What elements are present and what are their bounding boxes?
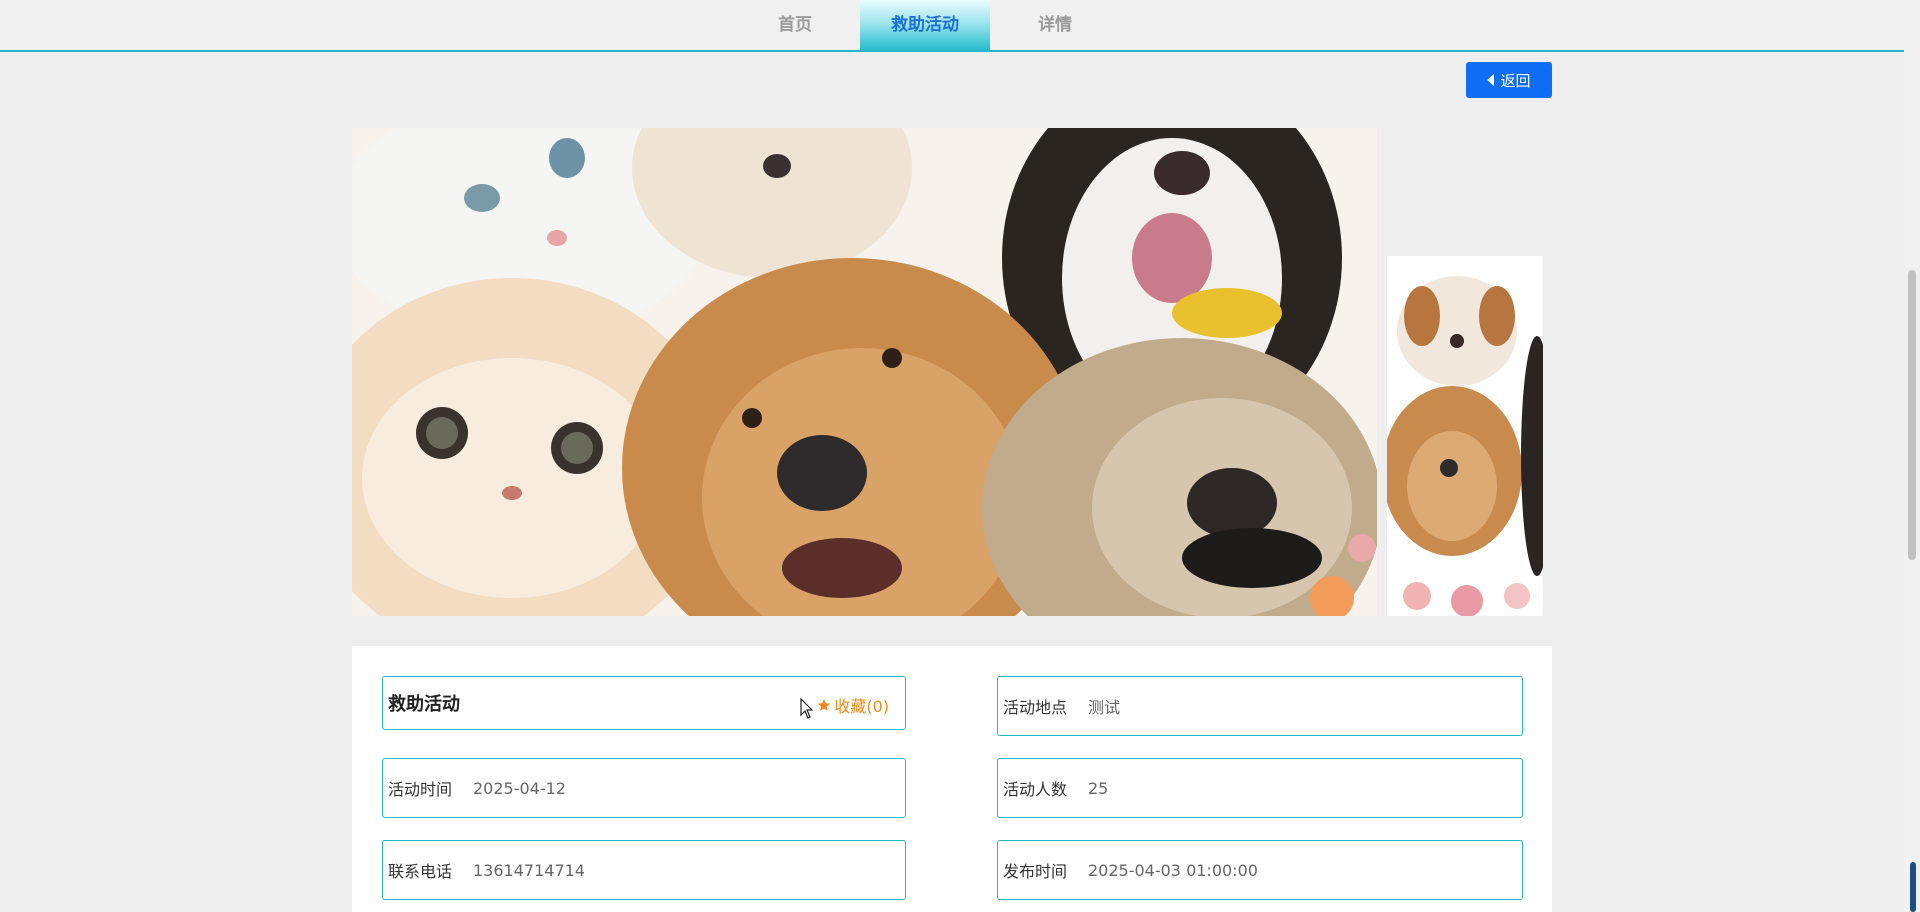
published-value: 2025-04-03 01:00:00	[1088, 860, 1258, 880]
published-field: 发布时间 2025-04-03 01:00:00	[997, 840, 1523, 900]
favorite-button[interactable]: 收藏(0)	[817, 693, 889, 717]
scrollbar-thumb[interactable]	[1908, 270, 1916, 560]
date-value: 2025-04-12	[473, 778, 566, 798]
back-button-label: 返回	[1500, 71, 1531, 90]
phone-field: 联系电话 13614714714	[382, 840, 906, 900]
caret-left-icon	[1487, 74, 1495, 86]
location-value: 测试	[1088, 698, 1121, 717]
people-label: 活动人数	[1003, 780, 1068, 799]
date-label: 活动时间	[388, 780, 453, 799]
activity-title: 救助活动	[388, 694, 460, 715]
scroll-indicator	[1910, 862, 1916, 912]
location-label: 活动地点	[1003, 698, 1068, 717]
main-image[interactable]	[352, 128, 1377, 616]
nav-tabs: 首页 救助活动 详情	[730, 0, 1120, 50]
phone-value: 13614714714	[473, 860, 585, 880]
top-nav: 首页 救助活动 详情	[0, 0, 1904, 52]
people-field: 活动人数 25	[997, 758, 1523, 818]
page: 首页 救助活动 详情 返回 救助活动 收藏(0) 活动地点 测试 活动时间 20…	[0, 0, 1920, 912]
location-field: 活动地点 测试	[997, 676, 1523, 736]
back-button[interactable]: 返回	[1466, 62, 1552, 98]
published-label: 发布时间	[1003, 862, 1068, 881]
mouse-cursor-icon	[800, 698, 814, 719]
favorite-label: 收藏(0)	[834, 697, 889, 716]
title-field: 救助活动 收藏(0)	[382, 676, 906, 730]
detail-card: 救助活动 收藏(0) 活动地点 测试 活动时间 2025-04-12 活动人数 …	[352, 646, 1552, 912]
people-value: 25	[1088, 778, 1109, 798]
tab-home[interactable]: 首页	[730, 0, 860, 50]
thumbnail-illustration	[1387, 256, 1543, 616]
image-thumbnail[interactable]	[1387, 256, 1543, 616]
phone-label: 联系电话	[388, 862, 453, 881]
pets-illustration	[352, 128, 1377, 616]
star-icon	[818, 699, 831, 711]
tab-rescue-activity[interactable]: 救助活动	[860, 0, 990, 50]
date-field: 活动时间 2025-04-12	[382, 758, 906, 818]
tab-detail[interactable]: 详情	[990, 0, 1120, 50]
